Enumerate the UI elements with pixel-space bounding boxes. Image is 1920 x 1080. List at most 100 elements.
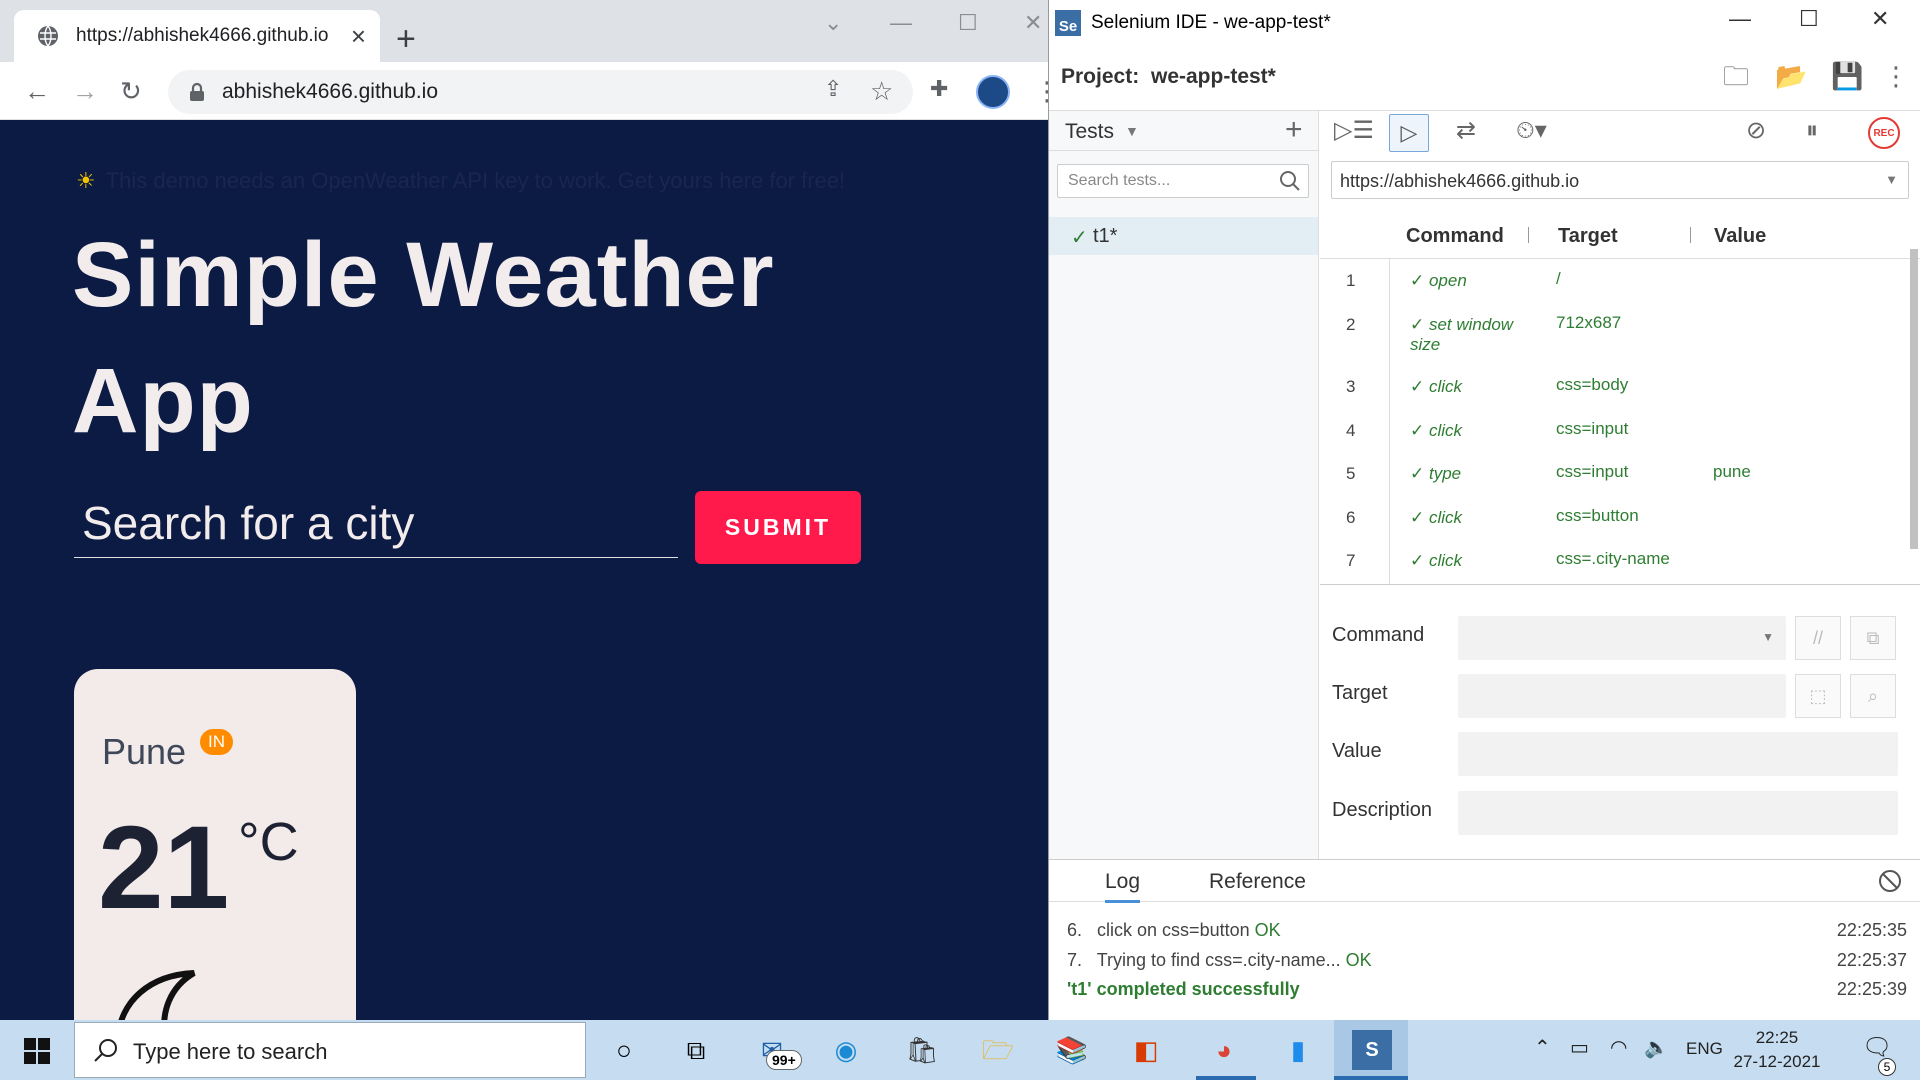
- row-number: 4: [1346, 421, 1356, 440]
- command-row[interactable]: 6 ✓ click css=button: [1320, 496, 1920, 540]
- language-indicator[interactable]: ENG: [1686, 1040, 1723, 1057]
- row-target: css=input: [1556, 462, 1629, 481]
- clear-log-icon[interactable]: [1877, 868, 1903, 894]
- weather-card: Pune IN 21 °C: [74, 669, 356, 1020]
- target-field[interactable]: [1458, 674, 1786, 718]
- command-row[interactable]: 3 ✓ click css=body: [1320, 365, 1920, 409]
- command-row[interactable]: 2 ✓ set window size 712x687: [1320, 303, 1920, 365]
- row-target: css=.city-name: [1556, 549, 1670, 568]
- toggle-comment-button[interactable]: //: [1795, 616, 1841, 660]
- phone-app-icon[interactable]: ▮: [1278, 1030, 1318, 1070]
- books-app-icon[interactable]: 📚: [1052, 1030, 1092, 1070]
- step-over-icon[interactable]: ⇄: [1456, 119, 1476, 143]
- command-row[interactable]: 7 ✓ click css=.city-name: [1320, 539, 1920, 583]
- log-timestamp: 22:25:35: [1836, 920, 1907, 940]
- save-project-icon[interactable]: 💾: [1831, 63, 1863, 89]
- command-row[interactable]: 4 ✓ click css=input: [1320, 409, 1920, 453]
- find-target-button[interactable]: ⌕: [1850, 674, 1896, 718]
- log-tabs: Log Reference: [1049, 860, 1920, 903]
- run-current-test-button[interactable]: ▷: [1389, 114, 1429, 152]
- tab-title: https://abhishek4666.github.io: [76, 25, 329, 46]
- ide-minimize-icon[interactable]: —: [1729, 8, 1751, 30]
- base-url-select[interactable]: https://abhishek4666.github.io ▼: [1331, 161, 1909, 199]
- ide-title-bar: Se Selenium IDE - we-app-test* — ☐ ✕: [1049, 0, 1920, 45]
- search-tests-input[interactable]: Search tests...: [1057, 164, 1309, 198]
- description-field[interactable]: [1458, 791, 1898, 835]
- selenium-ide-taskbar-icon[interactable]: S: [1352, 1030, 1392, 1070]
- chevron-down-icon: ▼: [1885, 172, 1898, 187]
- project-name[interactable]: we-app-test*: [1151, 65, 1276, 89]
- taskbar-search-box[interactable]: Type here to search: [74, 1022, 586, 1078]
- command-field[interactable]: ▼: [1458, 616, 1786, 660]
- disable-breakpoints-icon[interactable]: ⊘: [1746, 119, 1766, 143]
- address-bar[interactable]: abhishek4666.github.io: [168, 70, 913, 114]
- city-name: Pune: [102, 731, 187, 772]
- active-app-indicator: [1334, 1076, 1408, 1080]
- search-icon: [1280, 171, 1300, 191]
- chrome-taskbar-icon[interactable]: ◕: [1204, 1030, 1244, 1070]
- ide-maximize-icon[interactable]: ☐: [1799, 8, 1819, 30]
- edge-icon[interactable]: ◉: [826, 1030, 866, 1070]
- command-row[interactable]: 5 ✓ type css=input pune: [1320, 452, 1920, 496]
- command-table-scrollbar[interactable]: [1910, 249, 1918, 549]
- tests-caret-icon[interactable]: ▼: [1125, 123, 1139, 139]
- file-explorer-icon[interactable]: 🗁: [978, 1030, 1018, 1070]
- value-field[interactable]: [1458, 732, 1898, 776]
- profile-avatar[interactable]: [976, 75, 1010, 109]
- tab-log[interactable]: Log: [1105, 870, 1141, 903]
- back-icon[interactable]: ←: [24, 78, 50, 104]
- row-target: /: [1556, 269, 1561, 288]
- maximize-icon[interactable]: ☐: [958, 12, 978, 34]
- more-options-icon[interactable]: ⋮: [1883, 63, 1909, 89]
- taskbar-clock[interactable]: 22:25 27-12-2021: [1732, 1026, 1822, 1074]
- pause-on-exceptions-icon[interactable]: ⏸: [1806, 119, 1818, 143]
- tab-search-icon[interactable]: ⌄: [824, 12, 842, 34]
- chevron-down-icon: ▼: [1762, 630, 1774, 644]
- open-reference-button[interactable]: ⧉: [1850, 616, 1896, 660]
- extensions-icon[interactable]: ✚: [930, 78, 948, 100]
- office-icon[interactable]: ◧: [1126, 1030, 1166, 1070]
- wifi-icon[interactable]: ◠: [1610, 1038, 1627, 1058]
- city-search-input[interactable]: Search for a city: [74, 492, 678, 558]
- mail-badge: 99+: [766, 1050, 802, 1070]
- windows-start-icon[interactable]: [24, 1038, 50, 1064]
- minimize-icon[interactable]: —: [890, 12, 912, 34]
- cortana-icon[interactable]: ○: [604, 1030, 644, 1070]
- run-all-tests-icon[interactable]: ▷☰: [1334, 119, 1374, 143]
- new-tab-icon[interactable]: +: [396, 22, 416, 56]
- add-test-icon[interactable]: +: [1285, 115, 1303, 145]
- browser-tab[interactable]: https://abhishek4666.github.io ×: [14, 10, 380, 62]
- open-project-icon[interactable]: 📂: [1775, 63, 1807, 89]
- close-window-icon[interactable]: ✕: [1024, 12, 1042, 34]
- bookmark-star-icon[interactable]: ☆: [870, 78, 893, 104]
- show-hidden-icons-icon[interactable]: ⌃: [1534, 1038, 1551, 1058]
- notifications-icon[interactable]: 🗨: [1862, 1036, 1892, 1060]
- chrome-menu-icon[interactable]: ⋮: [1034, 78, 1048, 104]
- row-value: pune: [1713, 462, 1751, 481]
- temperature-unit: °C: [238, 812, 299, 872]
- forward-icon[interactable]: →: [72, 78, 98, 104]
- test-speed-icon[interactable]: ⏲▾: [1516, 119, 1547, 143]
- test-item[interactable]: ✓ t1*: [1049, 217, 1318, 255]
- ide-close-icon[interactable]: ✕: [1871, 8, 1889, 30]
- task-view-icon[interactable]: ⧉: [676, 1030, 716, 1070]
- command-row[interactable]: 1 ✓ open /: [1320, 259, 1920, 303]
- submit-button[interactable]: SUBMIT: [695, 491, 861, 564]
- value-field-label: Value: [1332, 740, 1382, 762]
- record-button[interactable]: REC: [1868, 117, 1900, 149]
- page-title: Simple Weather App: [72, 224, 775, 452]
- select-target-button[interactable]: ⬚: [1795, 674, 1841, 718]
- row-number: 5: [1346, 464, 1356, 483]
- globe-icon: [38, 25, 58, 47]
- volume-icon[interactable]: 🔈: [1644, 1038, 1669, 1058]
- close-tab-icon[interactable]: ×: [351, 23, 366, 49]
- ide-window-title: Selenium IDE - we-app-test*: [1091, 11, 1331, 33]
- api-key-notice[interactable]: ☀ This demo needs an OpenWeather API key …: [76, 168, 845, 194]
- reload-icon[interactable]: ↻: [120, 78, 142, 104]
- tab-reference[interactable]: Reference: [1209, 870, 1306, 894]
- share-icon[interactable]: ⇪: [824, 78, 842, 100]
- battery-icon[interactable]: ▭: [1570, 1038, 1589, 1058]
- store-icon[interactable]: 🛍: [902, 1030, 942, 1070]
- tests-dropdown[interactable]: Tests: [1065, 120, 1114, 144]
- new-project-icon[interactable]: 🗀: [1723, 63, 1749, 89]
